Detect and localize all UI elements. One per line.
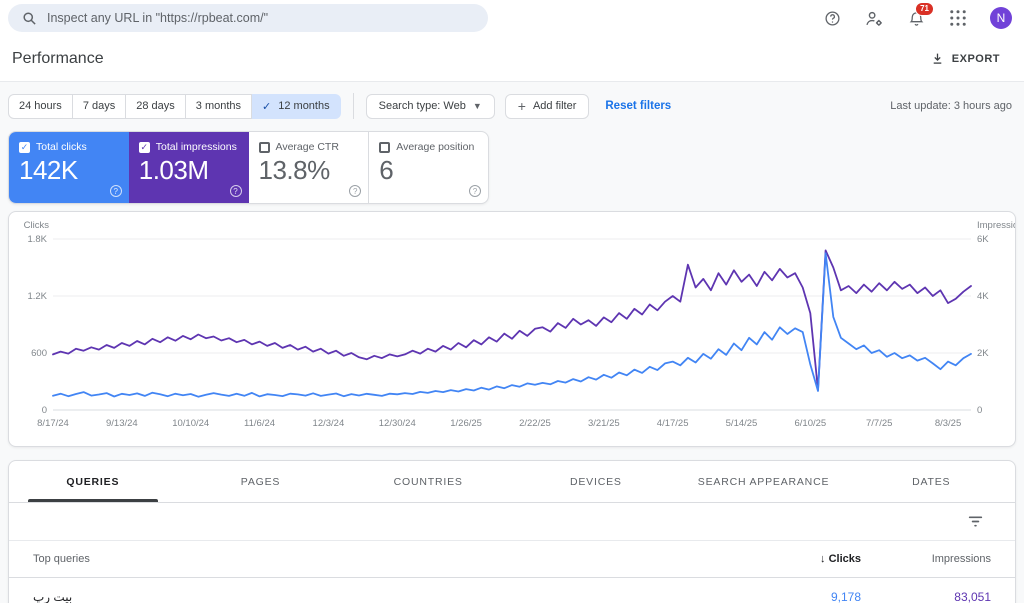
sort-descending-icon: ↓ [820,553,826,565]
metric-value: 1.03M [138,155,209,185]
svg-text:1/26/25: 1/26/25 [450,418,482,429]
filter-bar: 24 hours 7 days 28 days 3 months ✓ 12 mo… [0,82,1024,119]
query-cell[interactable]: بیت رپ [33,590,751,603]
metric-value: 13.8% [258,155,331,185]
dimensions-table-card: QUERIES PAGES COUNTRIES DEVICES SEARCH A… [8,460,1016,603]
url-inspect-search[interactable] [8,4,488,32]
svg-text:Impressions: Impressions [977,220,1015,231]
svg-text:6/10/25: 6/10/25 [794,418,826,429]
impressions-cell: 83,051 [954,589,991,603]
svg-text:600: 600 [31,348,47,359]
user-settings-icon[interactable] [864,8,884,28]
column-impressions[interactable]: Impressions [861,553,991,565]
help-icon[interactable]: ? [349,185,362,197]
help-icon[interactable]: ? [109,185,122,197]
date-range-segments: 24 hours 7 days 28 days 3 months ✓ 12 mo… [8,93,341,119]
svg-text:0: 0 [977,405,982,416]
svg-text:4K: 4K [977,291,989,302]
tab-countries[interactable]: COUNTRIES [344,461,512,502]
svg-text:2K: 2K [977,348,989,359]
table-filter-row [9,503,1015,541]
svg-text:1.2K: 1.2K [27,291,47,302]
main-content: 24 hours 7 days 28 days 3 months ✓ 12 mo… [0,82,1024,603]
tab-pages[interactable]: PAGES [177,461,345,502]
metric-value: 142K [19,155,78,185]
range-12-months[interactable]: ✓ 12 months [252,93,341,119]
range-3-months[interactable]: 3 months [185,93,253,119]
svg-text:3/21/25: 3/21/25 [588,418,620,429]
svg-text:10/10/24: 10/10/24 [172,418,209,429]
tab-search-appearance[interactable]: SEARCH APPEARANCE [680,461,848,502]
search-type-dropdown[interactable]: Search type: Web ▼ [365,93,495,119]
chevron-down-icon: ▼ [472,101,482,111]
performance-chart[interactable]: 1.8K 6K 1.2K 4K 600 2K 0 0 Clicks Impressions 8/17… [9,212,1015,446]
column-top-queries: Top queries [33,553,90,565]
help-icon[interactable]: ? [229,185,242,197]
svg-text:4/17/25: 4/17/25 [657,418,689,429]
checkbox-average-ctr[interactable] [258,141,270,153]
performance-chart-card: 1.8K 6K 1.2K 4K 600 2K 0 0 Clicks Impressions 8/17… [8,211,1016,447]
svg-text:0: 0 [42,405,47,416]
metric-value: 6 [379,155,394,185]
tab-queries[interactable]: QUERIES [9,461,177,502]
url-inspect-input[interactable] [47,11,474,25]
table-row[interactable]: بیت رپ 9,178 83,051 [9,578,1015,603]
range-24-hours[interactable]: 24 hours [8,93,73,119]
metric-total-clicks[interactable]: ✓ Total clicks 142K ? [9,132,129,203]
avatar[interactable]: N [990,7,1012,29]
tab-devices[interactable]: DEVICES [512,461,680,502]
check-icon: ✓ [262,100,272,113]
svg-text:1.8K: 1.8K [27,234,47,245]
svg-text:11/6/24: 11/6/24 [244,418,275,429]
reset-filters-link[interactable]: Reset filters [605,100,671,112]
metric-total-impressions[interactable]: ✓ Total impressions 1.03M ? [128,132,249,203]
svg-text:2/22/25: 2/22/25 [519,418,551,429]
svg-text:Clicks: Clicks [24,220,50,231]
notification-badge: 71 [915,2,934,16]
export-button[interactable]: EXPORT [923,46,1008,71]
svg-text:8/3/25: 8/3/25 [935,418,961,429]
filter-list-icon[interactable] [968,515,983,528]
svg-text:6K: 6K [977,234,989,245]
download-icon [933,53,942,64]
checkbox-average-position[interactable] [379,141,391,153]
svg-text:8/17/24: 8/17/24 [37,418,69,429]
help-icon[interactable] [822,8,842,28]
add-filter-button[interactable]: + Add filter [504,93,590,119]
column-clicks-sorted[interactable]: ↓ Clicks [751,553,861,565]
svg-text:9/13/24: 9/13/24 [106,418,138,429]
svg-text:12/30/24: 12/30/24 [379,418,416,429]
svg-text:12/3/24: 12/3/24 [313,418,345,429]
page-title: Performance [12,49,104,67]
checkbox-total-impressions[interactable]: ✓ [138,141,150,153]
last-update-text: Last update: 3 hours ago [890,100,1012,112]
range-7-days[interactable]: 7 days [72,93,127,119]
svg-text:7/7/25: 7/7/25 [866,418,892,429]
clicks-cell: 9,178 [830,589,861,603]
plus-icon: + [517,98,526,114]
title-row: Performance EXPORT [0,36,1024,82]
svg-text:5/14/25: 5/14/25 [726,418,758,429]
range-28-days[interactable]: 28 days [126,93,186,119]
table-header-row: Top queries ↓ Clicks Impressions [9,541,1015,578]
help-icon[interactable]: ? [469,185,481,197]
dimension-tabs: QUERIES PAGES COUNTRIES DEVICES SEARCH A… [9,461,1015,503]
apps-grid-icon[interactable] [948,8,968,28]
tab-dates[interactable]: DATES [847,461,1015,502]
metrics-card: ✓ Total clicks 142K ? ✓ Total impressions … [8,131,489,204]
app-header: 71 N [0,0,1024,36]
search-icon [23,11,36,25]
divider [352,93,354,119]
checkbox-total-clicks[interactable]: ✓ [19,141,30,153]
metric-average-position[interactable]: Average position 6 ? [368,132,488,203]
notifications-bell-icon[interactable]: 71 [906,2,934,28]
metric-average-ctr[interactable]: Average CTR 13.8% ? [249,132,369,203]
